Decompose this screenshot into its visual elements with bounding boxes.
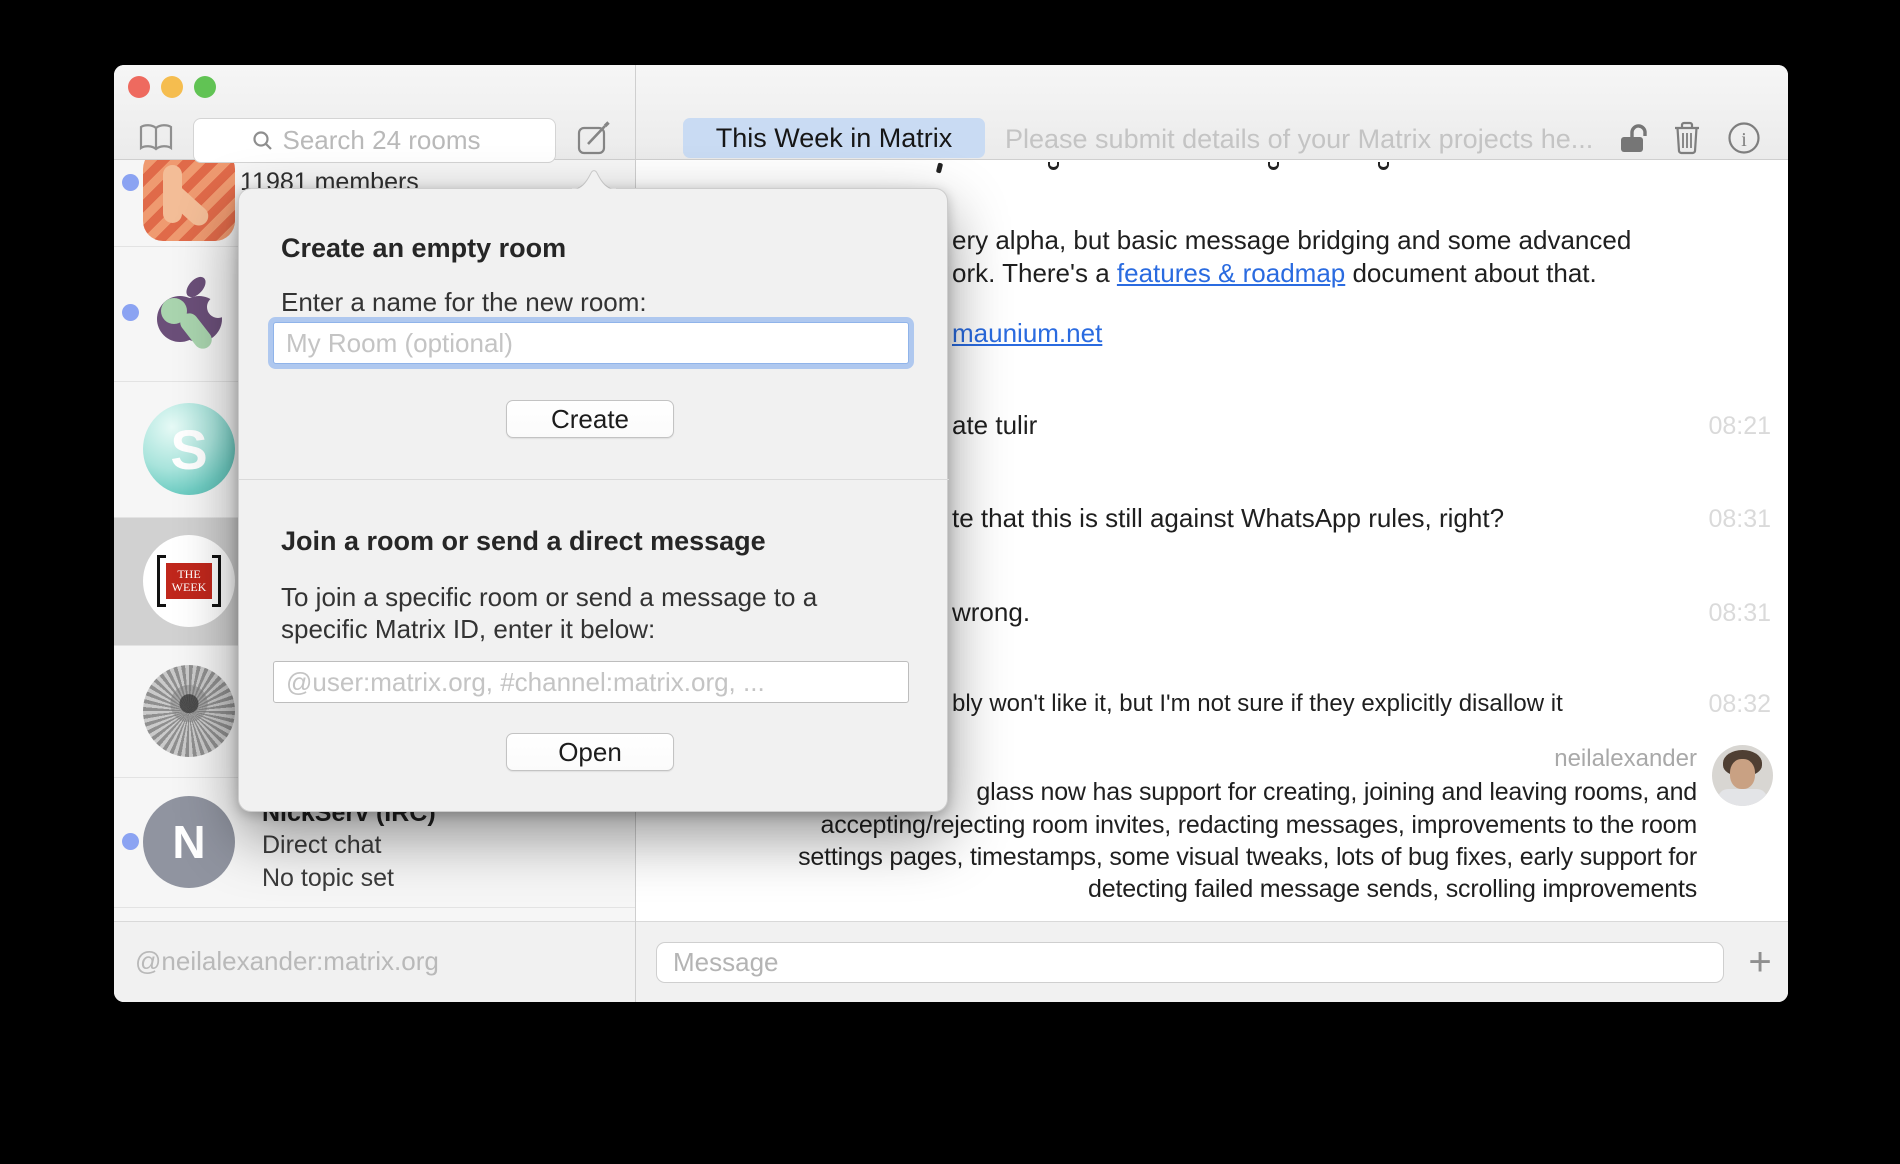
avatar-text: WEEK — [172, 581, 207, 594]
message-text: accepting/rejecting room invites, redact… — [821, 811, 1697, 840]
create-room-label: Enter a name for the new room: — [281, 286, 647, 318]
message-timestamp: 08:31 — [1708, 599, 1771, 628]
join-room-title: Join a room or send a direct message — [281, 526, 766, 557]
composer-bar: + — [636, 921, 1788, 1002]
reading-list-icon[interactable] — [138, 123, 174, 156]
message-input[interactable] — [656, 942, 1724, 983]
info-icon[interactable]: i — [1726, 120, 1762, 159]
clipped-text-fragment — [1268, 162, 1279, 170]
message-text: detecting failed message sends, scrollin… — [1088, 875, 1697, 904]
popover-divider — [239, 479, 949, 480]
avatar-logo: THE WEEK — [166, 563, 212, 599]
zoom-button[interactable] — [194, 76, 216, 98]
join-target-input[interactable] — [273, 661, 909, 703]
create-room-title: Create an empty room — [281, 233, 566, 264]
message-text: bly won't like it, but I'm not sure if t… — [952, 690, 1563, 718]
avatar-shape — [1718, 789, 1767, 806]
room-subtitle: Direct chat — [262, 831, 381, 860]
search-input[interactable] — [283, 125, 498, 156]
avatar-letter: N — [172, 815, 205, 869]
attach-button[interactable]: + — [1736, 935, 1784, 989]
unlocked-lock-icon[interactable] — [1619, 120, 1651, 159]
message-text: wrong. — [952, 597, 1030, 628]
avatar-letter: S — [170, 417, 207, 482]
window-toolbar: This Week in Matrix Please submit detail… — [114, 65, 1788, 160]
open-button[interactable]: Open — [506, 733, 674, 771]
message-text: ork. There's a — [952, 258, 1117, 288]
clipped-text-fragment — [1378, 162, 1389, 170]
message-timestamp: 08:21 — [1708, 412, 1771, 441]
logged-in-user-id: @neilalexander:matrix.org — [135, 922, 439, 1001]
clipped-text-fragment — [936, 163, 943, 174]
unread-dot — [122, 304, 139, 321]
room-avatar[interactable] — [143, 160, 235, 241]
join-room-label-line: specific Matrix ID, enter it below: — [281, 614, 655, 644]
room-avatar[interactable] — [143, 665, 235, 757]
avatar-bracket — [157, 555, 166, 607]
message-text: ate tulir — [952, 410, 1037, 441]
svg-text:i: i — [1741, 129, 1747, 151]
unread-dot — [122, 833, 139, 850]
avatar-shape — [1730, 759, 1755, 789]
app-window: 11981 members S — [114, 65, 1788, 1002]
message-sender-name[interactable]: neilalexander — [1554, 745, 1697, 773]
message-text: settings pages, timestamps, some visual … — [798, 843, 1697, 872]
avatar-bracket — [212, 555, 221, 607]
message-text: ery alpha, but basic message bridging an… — [952, 225, 1631, 256]
trash-icon[interactable] — [1672, 120, 1702, 159]
popover-arrow — [572, 165, 616, 195]
minimize-button[interactable] — [161, 76, 183, 98]
room-avatar[interactable]: N — [143, 796, 235, 888]
sidebar-footer: @neilalexander:matrix.org — [114, 921, 635, 1002]
room-avatar[interactable]: THE WEEK — [143, 535, 235, 627]
create-room-popover: Create an empty room Enter a name for th… — [238, 188, 948, 812]
message-timestamp: 08:31 — [1708, 505, 1771, 534]
room-name-pill[interactable]: This Week in Matrix — [683, 118, 985, 158]
join-room-label-line: To join a specific room or send a messag… — [281, 582, 817, 612]
message-text: document about that. — [1345, 258, 1597, 288]
user-avatar[interactable] — [1712, 745, 1773, 806]
join-room-label: To join a specific room or send a messag… — [281, 581, 817, 645]
message-text: glass now has support for creating, join… — [976, 778, 1697, 807]
message-text: ork. There's a features & roadmap docume… — [952, 258, 1597, 289]
room-search-field[interactable] — [193, 118, 556, 163]
room-name-input[interactable] — [273, 322, 909, 364]
close-button[interactable] — [128, 76, 150, 98]
room-topic: No topic set — [262, 864, 394, 893]
compose-icon[interactable] — [575, 119, 613, 160]
unread-dot — [122, 174, 139, 191]
features-roadmap-link[interactable]: features & roadmap — [1117, 258, 1345, 288]
divider — [114, 907, 635, 908]
desktop-background: 11981 members S — [0, 0, 1900, 1164]
message-timestamp: 08:32 — [1708, 690, 1771, 719]
room-topic-text[interactable]: Please submit details of your Matrix pro… — [1005, 118, 1593, 158]
clipped-text-fragment — [1048, 162, 1059, 170]
search-icon — [252, 130, 274, 152]
room-avatar[interactable]: S — [143, 403, 235, 495]
message-text: te that this is still against WhatsApp r… — [952, 503, 1504, 534]
create-button[interactable]: Create — [506, 400, 674, 438]
room-avatar[interactable] — [143, 267, 235, 359]
maunium-link[interactable]: maunium.net — [952, 318, 1102, 349]
